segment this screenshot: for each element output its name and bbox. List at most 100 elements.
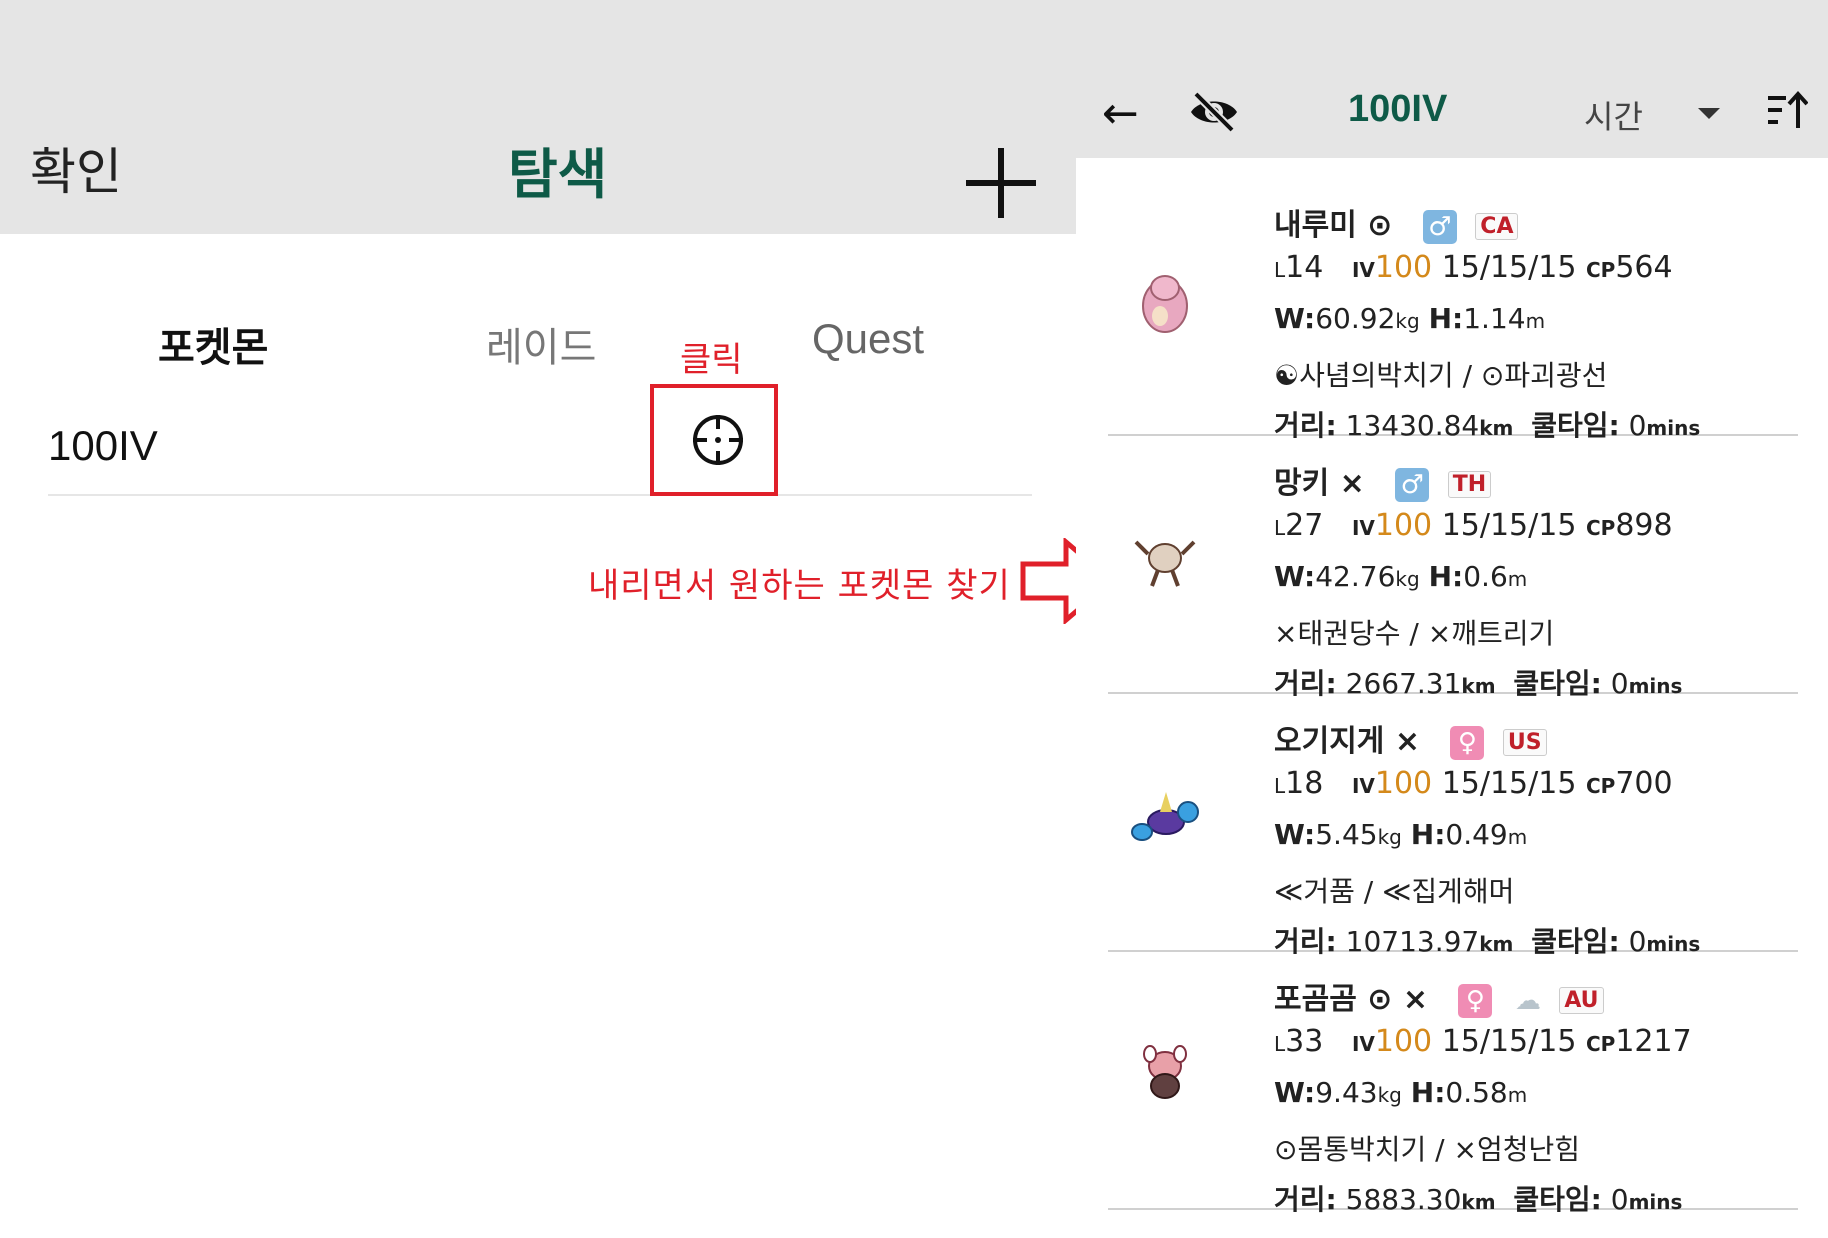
level-label: L <box>1274 516 1286 540</box>
tab-raid[interactable]: 레이드 <box>486 315 596 373</box>
size-row: W:42.76kg H:0.6m <box>1274 560 1527 593</box>
level-value: 18 <box>1285 766 1324 801</box>
cp-label: CP <box>1585 774 1616 798</box>
level-value: 14 <box>1285 250 1324 285</box>
stats-row: L27 IV100 15/15/15 CP898 <box>1274 508 1673 543</box>
page-title: 탐색 <box>508 143 608 206</box>
annotation-highlight-box <box>650 384 778 496</box>
iv-label: IV <box>1351 258 1375 282</box>
weight-value: 42.76 <box>1315 560 1396 593</box>
eye-off-icon[interactable] <box>1188 86 1240 138</box>
height-value: 0.6 <box>1463 560 1508 593</box>
moves-row: ⊙몸통박치기 / ⨯엄청난힘 <box>1274 1133 1580 1166</box>
stats-row: L14 IV100 15/15/15 CP564 <box>1274 250 1673 285</box>
annotation-scroll-hint: 내리면서 원하는 포켓몬 찾기 <box>588 566 1011 606</box>
iv-value: 100 <box>1374 508 1433 543</box>
pokemon-name: 오기지게 ⨯ <box>1274 724 1420 759</box>
size-row: W:9.43kg H:0.58m <box>1274 1076 1527 1109</box>
weight-unit: kg <box>1395 309 1420 333</box>
status-bar <box>1076 0 1828 70</box>
height-value: 0.58 <box>1445 1076 1508 1109</box>
country-flag: AU <box>1559 987 1604 1014</box>
cp-label: CP <box>1585 258 1616 282</box>
cp-label: CP <box>1585 516 1616 540</box>
height-unit: m <box>1507 825 1528 849</box>
pokemon-name: 내루미 ⊙ <box>1274 208 1393 243</box>
height-unit: m <box>1507 1083 1528 1107</box>
iv-breakdown: 15/15/15 <box>1441 1024 1577 1059</box>
moves-row: ☯사념의박치기 / ⊙파괴광선 <box>1274 359 1608 392</box>
cooltime-unit: mins <box>1628 1190 1683 1214</box>
gender-badge: ♂ <box>1422 209 1457 244</box>
pokemon-sprite-icon <box>1134 540 1196 587</box>
weight-label: W: <box>1274 302 1316 335</box>
iv-label: IV <box>1351 1032 1375 1056</box>
pokemon-card[interactable]: 포곰곰 ⊙ ⨯ ♀ ☁ AU L33 IV100 15/15/15 CP1217… <box>1108 950 1798 1216</box>
back-arrow-icon[interactable]: ← <box>1102 92 1139 136</box>
pokemon-card[interactable]: 오기지게 ⨯ ♀ US L18 IV100 15/15/15 CP700 W:5… <box>1108 692 1798 958</box>
height-label: H: <box>1410 818 1446 851</box>
level-label: L <box>1274 774 1286 798</box>
tab-pokemon[interactable]: 포켓몬 <box>158 315 268 373</box>
pokemon-name: 망키 ⨯ <box>1274 466 1365 501</box>
row-divider <box>48 494 1032 496</box>
annotation-click: 클릭 <box>680 340 743 380</box>
height-label: H: <box>1428 560 1464 593</box>
cp-value: 898 <box>1615 508 1673 543</box>
cloud-icon: ☁ <box>1514 985 1541 1016</box>
confirm-button[interactable]: 확인 <box>30 132 122 204</box>
cp-label: CP <box>1585 1032 1616 1056</box>
moves-row: ⨯태권당수 / ⨯깨트리기 <box>1274 617 1555 650</box>
height-unit: m <box>1525 309 1546 333</box>
height-label: H: <box>1410 1076 1446 1109</box>
iv-breakdown: 15/15/15 <box>1441 766 1577 801</box>
gender-badge: ♀ <box>1450 725 1485 760</box>
sort-icon[interactable] <box>1766 90 1808 132</box>
height-value: 1.14 <box>1463 302 1526 335</box>
sort-select[interactable]: 시간 <box>1584 92 1643 138</box>
pokemon-name-row: 오기지게 ⨯ ♀ US <box>1274 716 1547 760</box>
size-row: W:5.45kg H:0.49m <box>1274 818 1527 851</box>
moves-row: ≪거품 / ≪집게해머 <box>1274 875 1515 908</box>
distance-unit: km <box>1461 1190 1496 1214</box>
pokemon-sprite-icon <box>1143 1045 1187 1099</box>
pokemon-sprite-icon <box>1142 275 1188 333</box>
weight-value: 5.45 <box>1315 818 1378 851</box>
distance-value: 5883.30 <box>1345 1183 1462 1216</box>
top-app-bar: 확인 탐색 <box>0 0 1076 234</box>
iv-breakdown: 15/15/15 <box>1441 508 1577 543</box>
cooltime-label: 쿨타임: <box>1513 1183 1602 1216</box>
pokemon-name: 포곰곰 ⊙ ⨯ <box>1274 982 1428 1017</box>
weight-label: W: <box>1274 560 1316 593</box>
tab-quest[interactable]: Quest <box>812 315 924 363</box>
results-screen: ← 100IV 시간 내루미 ⊙ ♂ CA L14 IV100 15/15/15… <box>1076 0 1828 1238</box>
add-icon[interactable] <box>966 148 1036 218</box>
weight-value: 9.43 <box>1315 1076 1378 1109</box>
iv-value: 100 <box>1374 250 1433 285</box>
search-screen: 확인 탐색 포켓몬 레이드 Quest 클릭 100IV 내리면서 원하는 포켓… <box>0 0 1116 1238</box>
cooltime-value: 0 <box>1610 1183 1629 1216</box>
gender-badge: ♀ <box>1458 983 1493 1018</box>
iv-value: 100 <box>1374 766 1433 801</box>
stats-row: L18 IV100 15/15/15 CP700 <box>1274 766 1673 801</box>
pokemon-name-row: 망키 ⨯ ♂ TH <box>1274 458 1492 502</box>
weight-value: 60.92 <box>1315 302 1396 335</box>
size-row: W:60.92kg H:1.14m <box>1274 302 1545 335</box>
height-unit: m <box>1507 567 1528 591</box>
cp-value: 700 <box>1615 766 1673 801</box>
weight-label: W: <box>1274 1076 1316 1109</box>
country-flag: US <box>1502 729 1547 756</box>
iv-value: 100 <box>1374 1024 1433 1059</box>
crosshair-icon[interactable] <box>692 414 744 466</box>
filter-row-label[interactable]: 100IV <box>48 422 158 470</box>
pokemon-card[interactable]: 내루미 ⊙ ♂ CA L14 IV100 15/15/15 CP564 W:60… <box>1108 176 1798 442</box>
results-app-bar: ← 100IV 시간 <box>1076 70 1828 158</box>
dropdown-icon[interactable] <box>1698 108 1720 119</box>
pokemon-card[interactable]: 망키 ⨯ ♂ TH L27 IV100 15/15/15 CP898 W:42.… <box>1108 434 1798 700</box>
distance-row: 거리: 5883.30km 쿨타임: 0mins <box>1274 1178 1682 1218</box>
level-label: L <box>1274 258 1286 282</box>
level-label: L <box>1274 1032 1286 1056</box>
distance-label: 거리: <box>1274 1183 1337 1216</box>
cp-value: 1217 <box>1615 1024 1692 1059</box>
pokemon-name-row: 포곰곰 ⊙ ⨯ ♀ ☁ AU <box>1274 974 1604 1018</box>
